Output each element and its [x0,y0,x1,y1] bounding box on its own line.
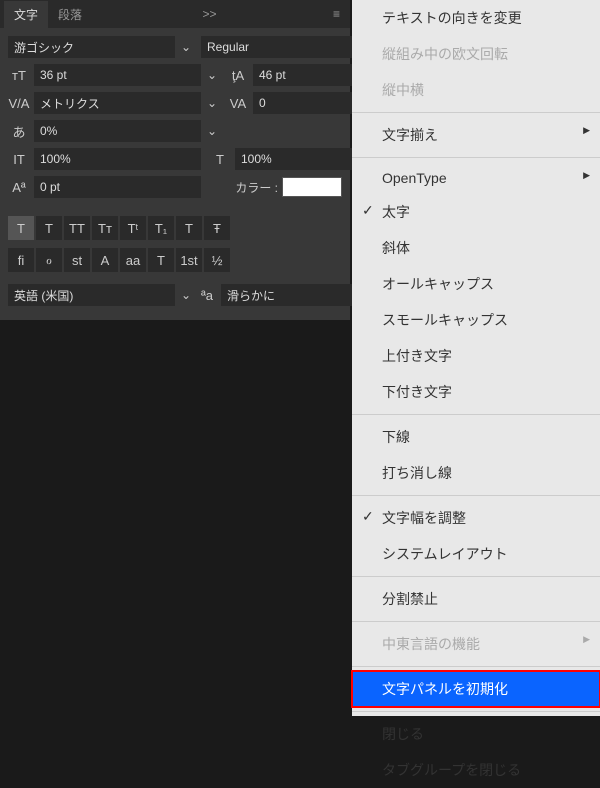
menu-item-18[interactable]: システムレイアウト [352,536,600,572]
leading-icon: ţA [227,66,249,84]
menu-separator [352,666,600,667]
character-panel: 文字 段落 >> ≡ ⌄ ⌄ тT⌄ ţA⌄ V/A⌄ VA⌄ あ⌄ IT T … [0,0,350,320]
style-button-7[interactable]: Ŧ [204,216,230,240]
menu-separator [352,711,600,712]
menu-item-26[interactable]: 閉じる [352,716,600,752]
baseline-input[interactable] [34,176,201,198]
check-icon: ✓ [362,202,374,219]
style-button-6[interactable]: T [176,216,202,240]
style-button-5[interactable]: T₁ [148,216,174,240]
vscale-input[interactable] [34,148,201,170]
chevron-down-icon[interactable]: ⌄ [205,96,219,110]
font-size-icon: тT [8,66,30,84]
chevron-down-icon[interactable]: ⌄ [179,40,193,54]
menu-separator [352,495,600,496]
style-button-2[interactable]: TT [64,216,90,240]
style-button-3[interactable]: Tт [92,216,118,240]
menu-item-8[interactable]: 斜体 [352,230,600,266]
style-button-0[interactable]: T [8,216,34,240]
tsume-icon: あ [8,122,30,140]
menu-item-1: 縦組み中の欧文回転 [352,36,600,72]
menu-item-12[interactable]: 下付き文字 [352,374,600,410]
tsume-input[interactable] [34,120,201,142]
menu-separator [352,621,600,622]
more-icon[interactable]: >> [197,7,223,21]
kerning-icon: V/A [8,94,30,112]
menu-item-27[interactable]: タブグループを閉じる [352,752,600,788]
chevron-down-icon[interactable]: ⌄ [179,288,193,302]
opentype-button-6[interactable]: 1st [176,248,202,272]
text-style-row: TTTTTтTᵗT₁TŦ [0,212,350,244]
menu-separator [352,576,600,577]
kerning-input[interactable] [34,92,201,114]
menu-item-20[interactable]: 分割禁止 [352,581,600,617]
opentype-button-0[interactable]: fi [8,248,34,272]
style-button-1[interactable]: T [36,216,62,240]
panel-menu: テキストの向きを変更縦組み中の欧文回転縦中横文字揃え OpenType太字✓斜体オ… [352,0,600,716]
chevron-down-icon[interactable]: ⌄ [205,68,219,82]
color-label: カラー : [235,179,278,196]
menu-item-14[interactable]: 下線 [352,419,600,455]
opentype-row: fiℴstAaaT1st½ [0,244,350,276]
opentype-button-2[interactable]: st [64,248,90,272]
opentype-button-4[interactable]: aa [120,248,146,272]
menu-separator [352,112,600,113]
opentype-button-1[interactable]: ℴ [36,248,62,272]
color-swatch[interactable] [282,177,342,197]
font-family-input[interactable] [8,36,175,58]
baseline-icon: Aª [8,178,30,196]
antialias-icon: ªa [201,286,213,304]
hscale-icon: T [209,150,231,168]
menu-icon[interactable]: ≡ [327,7,346,21]
menu-separator [352,157,600,158]
tab-paragraph[interactable]: 段落 [48,1,92,28]
opentype-button-5[interactable]: T [148,248,174,272]
panel-tabs: 文字 段落 >> ≡ [0,0,350,28]
font-size-input[interactable] [34,64,201,86]
menu-item-4[interactable]: 文字揃え [352,117,600,153]
menu-item-10[interactable]: スモールキャップス [352,302,600,338]
style-button-4[interactable]: Tᵗ [120,216,146,240]
menu-item-0[interactable]: テキストの向きを変更 [352,0,600,36]
menu-item-2: 縦中横 [352,72,600,108]
menu-item-9[interactable]: オールキャップス [352,266,600,302]
vscale-icon: IT [8,150,30,168]
menu-separator [352,414,600,415]
chevron-down-icon[interactable]: ⌄ [205,124,219,138]
menu-item-17[interactable]: 文字幅を調整✓ [352,500,600,536]
menu-item-7[interactable]: 太字✓ [352,194,600,230]
language-input[interactable] [8,284,175,306]
menu-item-24[interactable]: 文字パネルを初期化 [352,671,600,707]
menu-item-6[interactable]: OpenType [352,162,600,194]
menu-item-15[interactable]: 打ち消し線 [352,455,600,491]
check-icon: ✓ [362,508,374,525]
tracking-icon: VA [227,94,249,112]
menu-item-22: 中東言語の機能 [352,626,600,662]
font-style-input[interactable] [201,36,368,58]
tab-character[interactable]: 文字 [4,1,48,28]
opentype-button-7[interactable]: ½ [204,248,230,272]
opentype-button-3[interactable]: A [92,248,118,272]
menu-item-11[interactable]: 上付き文字 [352,338,600,374]
